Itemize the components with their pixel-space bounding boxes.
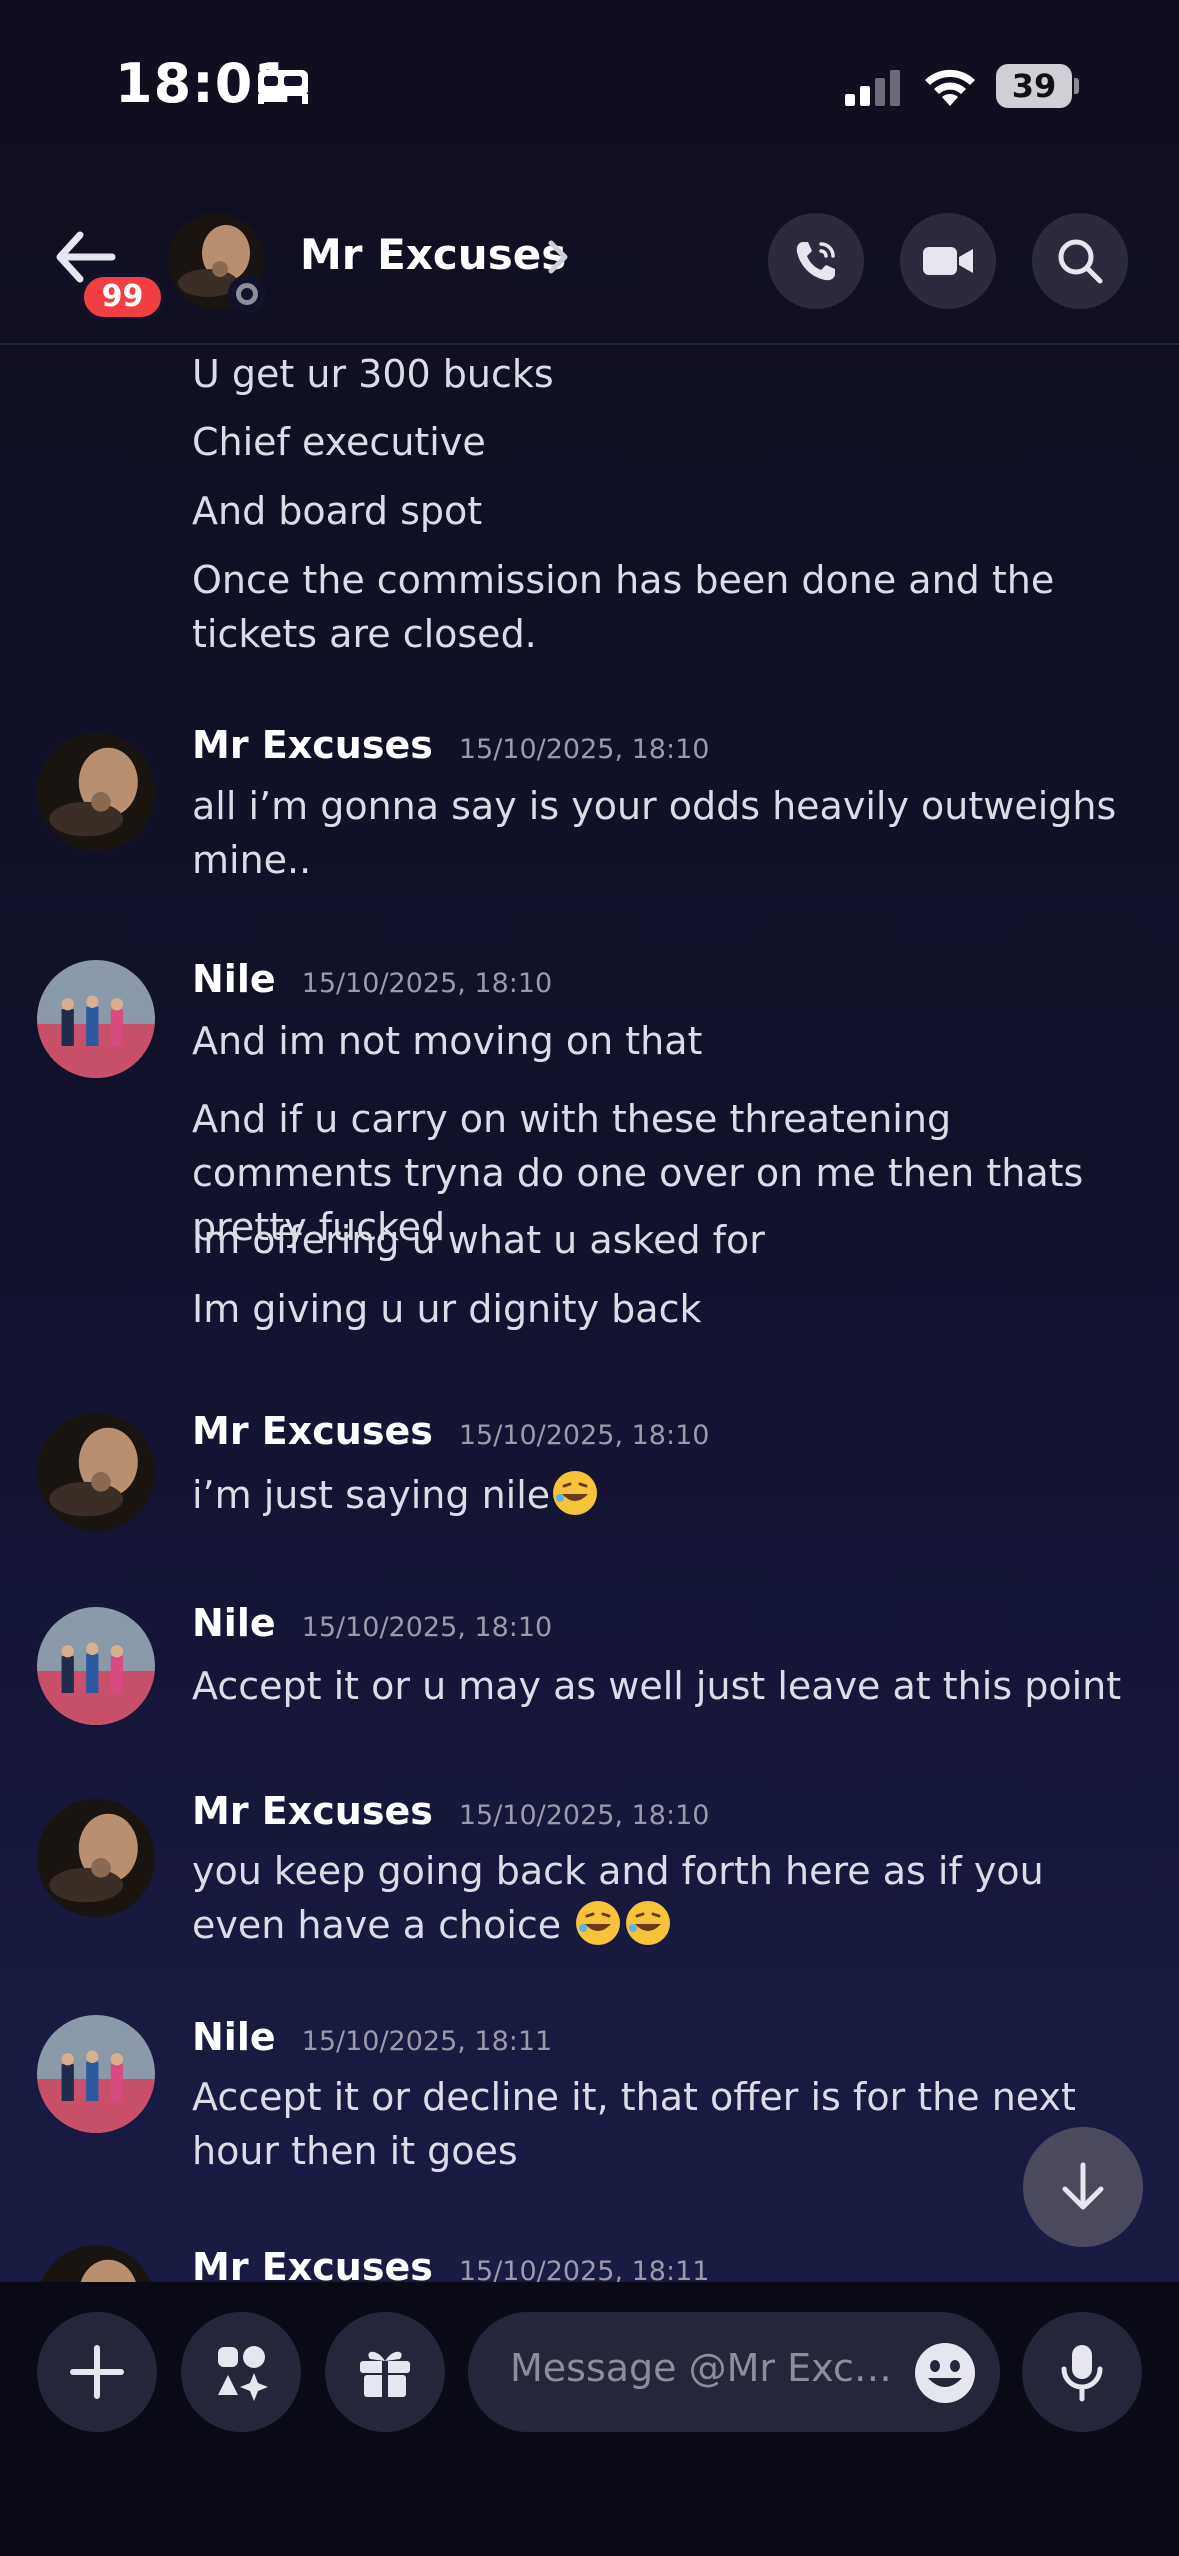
- message-line: you keep going back and forth here as if…: [192, 1849, 1044, 1947]
- add-attachment-button[interactable]: [37, 2312, 157, 2432]
- message-line: Chief executive: [192, 420, 486, 464]
- message-author[interactable]: Nile 15/10/2025, 18:11: [192, 2015, 552, 2059]
- message-author[interactable]: Mr Excuses 15/10/2025, 18:10: [192, 723, 709, 767]
- phone-call-icon: [796, 242, 835, 281]
- message-timestamp: 15/10/2025, 18:10: [301, 968, 553, 999]
- message-line: Im offering u what u asked for: [192, 1218, 765, 1262]
- bed-icon: [258, 70, 308, 104]
- message-author[interactable]: Mr Excuses 15/10/2025, 18:11: [192, 2245, 709, 2282]
- unread-badge: 99: [80, 273, 165, 321]
- avatar[interactable]: [37, 1413, 155, 1531]
- voice-message-button[interactable]: [1022, 2312, 1142, 2432]
- message-timestamp: 15/10/2025, 18:10: [458, 734, 710, 765]
- avatar[interactable]: [37, 733, 155, 851]
- rofl-emoji-icon: [626, 1901, 671, 1945]
- message-placeholder: Message @Mr Excu...: [510, 2346, 910, 2390]
- search-button[interactable]: [1032, 213, 1128, 309]
- message-input[interactable]: Message @Mr Excu...: [468, 2312, 1000, 2432]
- message-timestamp: 15/10/2025, 18:10: [301, 1612, 553, 1643]
- avatar[interactable]: [37, 1799, 155, 1917]
- message-line: And im not moving on that: [192, 1019, 703, 1063]
- rofl-emoji-icon: [553, 1471, 598, 1515]
- message-line: Im giving u ur dignity back: [192, 1287, 702, 1331]
- message-line: all i’m gonna say is your odds heavily o…: [192, 784, 1117, 882]
- message-line: Accept it or u may as well just leave at…: [192, 1664, 1122, 1708]
- message-timestamp: 15/10/2025, 18:10: [458, 1800, 710, 1831]
- plus-icon: [70, 2345, 124, 2399]
- battery-indicator: 39: [996, 64, 1079, 108]
- apps-sparkle-icon: [218, 2346, 268, 2401]
- message-line: Once the commission has been done and th…: [192, 558, 1055, 656]
- chevron-right-icon[interactable]: [545, 237, 571, 277]
- gift-icon: [360, 2351, 410, 2397]
- battery-level: 39: [1011, 67, 1057, 105]
- message-author[interactable]: Mr Excuses 15/10/2025, 18:10: [192, 1789, 709, 1833]
- cellular-signal-icon: [845, 70, 900, 106]
- rofl-emoji-icon: [576, 1901, 621, 1945]
- video-call-button[interactable]: [900, 213, 996, 309]
- composer-bar: Message @Mr Excu...: [0, 2282, 1179, 2556]
- arrow-down-icon: [1062, 2162, 1104, 2210]
- avatar[interactable]: [37, 1607, 155, 1725]
- message-timestamp: 15/10/2025, 18:10: [458, 1420, 710, 1451]
- wifi-icon: [925, 69, 975, 106]
- gift-button[interactable]: [325, 2312, 445, 2432]
- message-timestamp: 15/10/2025, 18:11: [458, 2256, 710, 2282]
- avatar[interactable]: [37, 2245, 155, 2282]
- message-timestamp: 15/10/2025, 18:11: [301, 2026, 553, 2057]
- apps-button[interactable]: [181, 2312, 301, 2432]
- avatar[interactable]: [37, 960, 155, 1078]
- search-icon: [1058, 239, 1103, 284]
- message-list[interactable]: U get ur 300 bucks Chief executive And b…: [0, 347, 1179, 2282]
- message-line: i’m just saying nile: [192, 1468, 1132, 1522]
- message-line: Accept it or decline it, that offer is f…: [192, 2075, 1076, 2173]
- message-author[interactable]: Nile 15/10/2025, 18:10: [192, 957, 552, 1001]
- chat-header: 99 Mr Excuses: [0, 175, 1179, 345]
- avatar[interactable]: [37, 2015, 155, 2133]
- message-author[interactable]: Mr Excuses 15/10/2025, 18:10: [192, 1409, 709, 1453]
- emoji-picker-icon[interactable]: [912, 2340, 978, 2406]
- message-line: And board spot: [192, 489, 483, 533]
- message-author[interactable]: Nile 15/10/2025, 18:10: [192, 1601, 552, 1645]
- video-camera-icon: [923, 247, 973, 275]
- voice-call-button[interactable]: [768, 213, 864, 309]
- microphone-icon: [1061, 2345, 1103, 2402]
- offline-status-icon: [228, 275, 266, 313]
- message-line: U get ur 300 bucks: [192, 352, 554, 396]
- channel-title[interactable]: Mr Excuses: [300, 230, 566, 279]
- status-bar: 18:01 39: [0, 0, 1179, 175]
- jump-to-latest-button[interactable]: [1023, 2127, 1143, 2247]
